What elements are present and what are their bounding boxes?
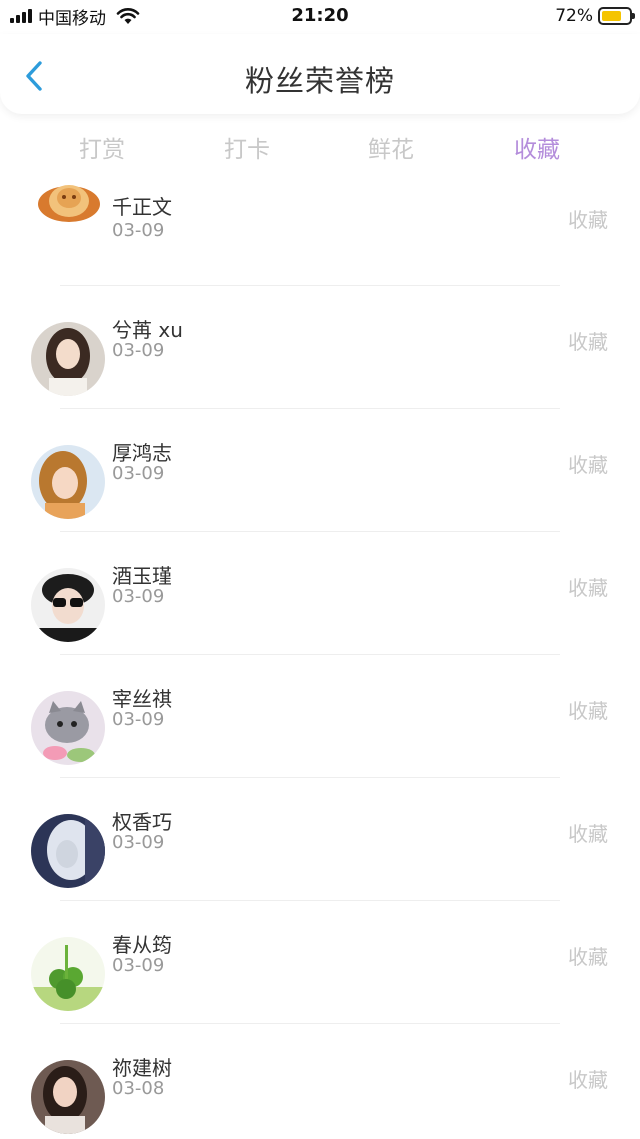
tab-reward[interactable]: 打赏 <box>52 130 152 164</box>
fan-date: 03-09 <box>112 463 165 484</box>
fan-row[interactable]: 酒玉瑾 03-09 收藏 <box>0 532 640 655</box>
fan-row[interactable]: 祢建树 03-08 收藏 <box>0 1024 640 1139</box>
portrait-avatar <box>31 814 105 888</box>
fan-date: 03-09 <box>112 832 165 853</box>
action-type-label: 收藏 <box>568 822 608 846</box>
fan-row[interactable]: 春从筠 03-09 收藏 <box>0 901 640 1024</box>
status-bar: 中国移动 21:20 72% <box>0 0 640 34</box>
tab-checkin[interactable]: 打卡 <box>197 130 297 164</box>
action-type-label: 收藏 <box>568 208 608 232</box>
fan-date: 03-09 <box>112 220 165 241</box>
hat-avatar <box>36 174 102 224</box>
fan-name: 千正文 <box>112 195 172 219</box>
action-type-label: 收藏 <box>568 945 608 969</box>
battery-percent: 72% <box>555 6 593 26</box>
battery-level-fill <box>602 11 621 21</box>
fan-name: 春从筠 <box>112 933 172 957</box>
tab-favorites[interactable]: 收藏 <box>487 130 587 164</box>
woman-avatar <box>31 1060 105 1134</box>
fan-date: 03-09 <box>112 955 165 976</box>
fan-row[interactable]: 厚鸿志 03-09 收藏 <box>0 409 640 532</box>
clover-avatar <box>31 937 105 1011</box>
fan-date: 03-08 <box>112 1078 165 1099</box>
clock-time: 21:20 <box>291 5 349 26</box>
fan-name: 酒玉瑾 <box>112 564 172 588</box>
battery-icon <box>598 7 635 25</box>
fan-name: 兮苒 xu <box>112 318 183 342</box>
action-type-label: 收藏 <box>568 330 608 354</box>
action-type-label: 收藏 <box>568 576 608 600</box>
fan-date: 03-09 <box>112 586 165 607</box>
status-right: 72% <box>555 6 635 26</box>
navigation-bar: 粉丝荣誉榜 <box>0 34 640 114</box>
fan-row[interactable]: 宰丝祺 03-09 收藏 <box>0 655 640 778</box>
fan-row[interactable]: 兮苒 xu 03-09 收藏 <box>0 286 640 409</box>
action-type-label: 收藏 <box>568 453 608 477</box>
fan-row[interactable]: 权香巧 03-09 收藏 <box>0 778 640 901</box>
sunglasses-avatar <box>31 568 105 642</box>
fan-name: 祢建树 <box>112 1056 172 1080</box>
tab-bar: 打赏 打卡 鲜花 收藏 <box>0 124 640 168</box>
girl-avatar <box>31 322 105 396</box>
fan-name: 厚鸿志 <box>112 441 172 465</box>
fan-row[interactable]: 千正文 03-09 收藏 <box>0 164 640 286</box>
action-type-label: 收藏 <box>568 699 608 723</box>
fan-name: 宰丝祺 <box>112 687 172 711</box>
fan-date: 03-09 <box>112 340 165 361</box>
fan-list: 千正文 03-09 收藏 兮苒 xu 03-09 收藏 厚鸿志 03-09 收藏… <box>0 174 640 1139</box>
cat-avatar <box>31 691 105 765</box>
fan-name: 权香巧 <box>112 810 172 834</box>
child-avatar <box>31 445 105 519</box>
tab-flowers[interactable]: 鲜花 <box>341 130 441 164</box>
action-type-label: 收藏 <box>568 1068 608 1092</box>
fan-date: 03-09 <box>112 709 165 730</box>
page-title: 粉丝荣誉榜 <box>244 64 395 98</box>
